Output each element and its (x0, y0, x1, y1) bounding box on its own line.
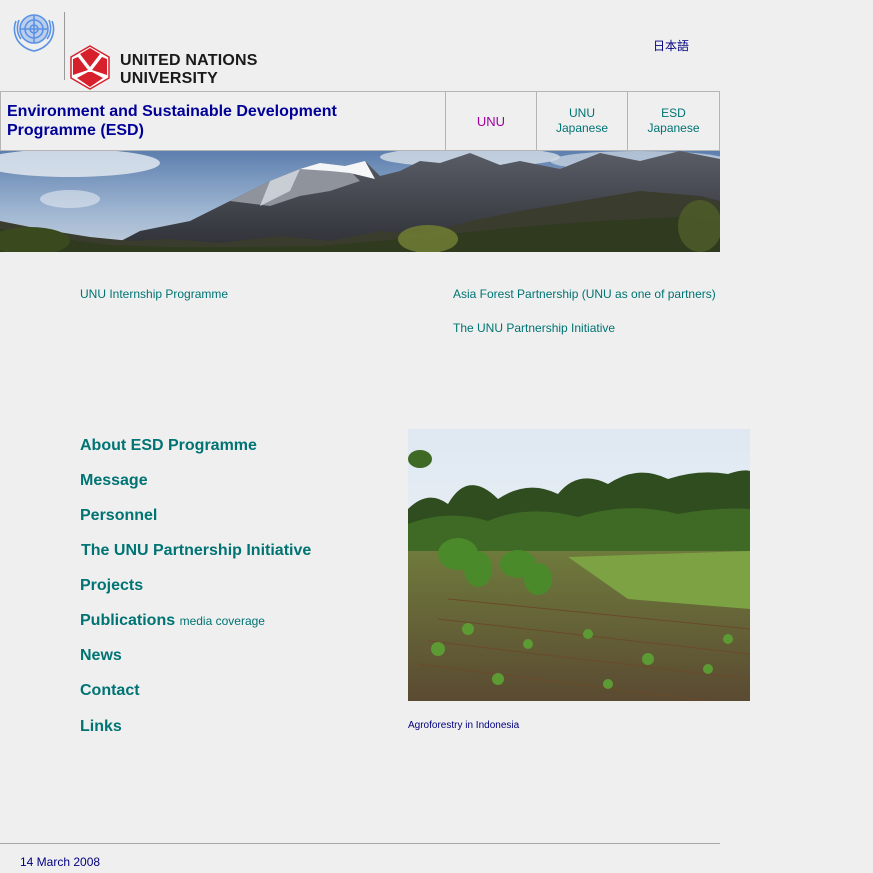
menu-partnership-initiative[interactable]: The UNU Partnership Initiative (81, 542, 311, 560)
mountain-banner-image (0, 147, 730, 255)
nav-unu-japanese[interactable]: UNU Japanese (537, 92, 628, 150)
org-name-line1: UNITED NATIONS (120, 52, 258, 69)
menu-contact[interactable]: Contact (80, 682, 140, 700)
partnership-initiative-link[interactable]: The UNU Partnership Initiative (453, 321, 615, 335)
un-emblem-icon (10, 9, 58, 53)
nav-esd-japanese-line1: ESD (661, 106, 686, 120)
nav-esd-japanese-label: ESD Japanese (647, 106, 699, 136)
page-title-line2: Programme (ESD) (7, 122, 144, 139)
menu-publications[interactable]: Publications (80, 612, 175, 629)
logo-divider (64, 12, 65, 80)
nav-esd-japanese[interactable]: ESD Japanese (628, 92, 720, 150)
photo-caption: Agroforestry in Indonesia (408, 720, 520, 731)
nav-unu-japanese-line2: Japanese (555, 121, 609, 135)
menu-projects[interactable]: Projects (80, 577, 143, 595)
menu-message[interactable]: Message (80, 472, 148, 490)
unu-wordmark[interactable]: UNITED NATIONS UNIVERSITY (120, 52, 258, 88)
menu-media-coverage[interactable]: media coverage (180, 614, 265, 628)
page-title-line1: Environment and Sustainable Development (7, 103, 337, 120)
agroforestry-photo (408, 429, 751, 702)
nav-unu-japanese-line1: UNU (568, 106, 595, 120)
page-title: Environment and Sustainable Development … (7, 102, 427, 140)
title-bar: Environment and Sustainable Development … (0, 91, 720, 151)
title-cell: Environment and Sustainable Development … (0, 92, 446, 150)
asia-forest-partnership-link[interactable]: Asia Forest Partnership (UNU as one of p… (453, 287, 716, 301)
nav-unu-japanese-label: UNU Japanese (556, 106, 608, 136)
menu-about-esd[interactable]: About ESD Programme (80, 437, 257, 455)
menu-personnel[interactable]: Personnel (80, 507, 157, 525)
nav-unu-label: UNU (476, 113, 506, 129)
menu-news[interactable]: News (80, 647, 122, 665)
last-updated-date: 14 March 2008 (20, 855, 101, 869)
org-name-line2: UNIVERSITY (120, 70, 219, 87)
unu-logo-icon[interactable] (70, 45, 110, 90)
footer-divider (0, 843, 720, 844)
nav-esd-japanese-line2: Japanese (647, 121, 700, 135)
nav-unu[interactable]: UNU (446, 92, 537, 150)
internship-link[interactable]: UNU Internship Programme (80, 287, 228, 301)
menu-publications-row: Publications media coverage (80, 612, 265, 630)
japanese-language-link[interactable]: 日本語 (653, 37, 689, 54)
menu-links[interactable]: Links (80, 718, 122, 736)
